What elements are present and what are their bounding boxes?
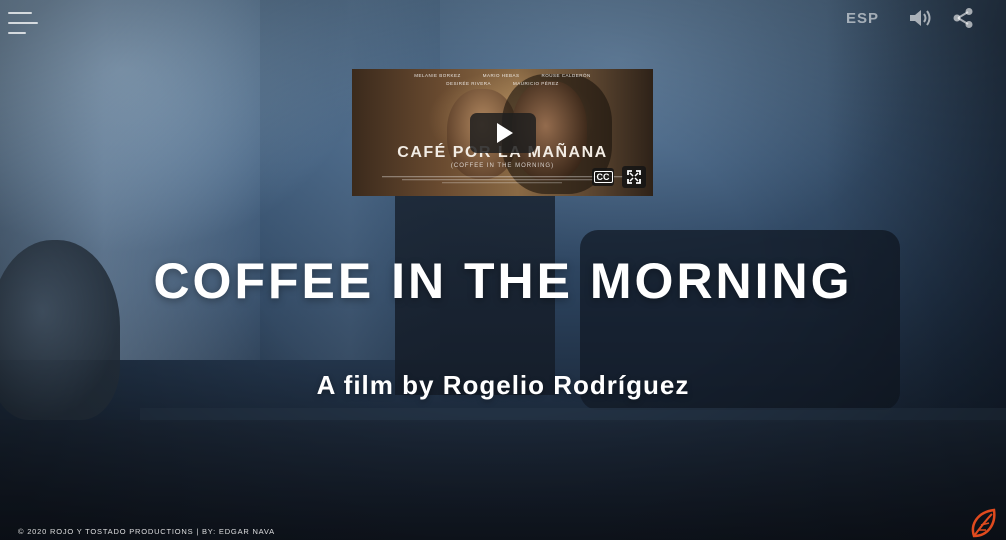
video-credit-name: ROUSE CALDERÓN (541, 73, 591, 78)
fullscreen-icon (627, 170, 641, 184)
play-icon (497, 123, 513, 143)
hamburger-menu-icon[interactable] (8, 12, 38, 34)
play-button[interactable] (470, 113, 536, 153)
footer-copyright: © 2020 ROJO Y TOSTADO PRODUCTIONS | BY: … (18, 527, 275, 536)
video-credit-name: MAURICIO PÉREZ (513, 81, 559, 86)
language-toggle-button[interactable]: ESP (846, 10, 879, 27)
video-credits: MELANIE BORKEZ MARIO HEBAS ROUSE CALDERÓ… (352, 72, 653, 88)
closed-captions-button[interactable]: CC (592, 168, 614, 186)
video-player[interactable]: MELANIE BORKEZ MARIO HEBAS ROUSE CALDERÓ… (352, 69, 653, 196)
video-credit-name: DESIRÉE RIVERA (446, 81, 491, 86)
leaf-logo-icon[interactable] (966, 506, 1000, 540)
speaker-volume-icon[interactable] (908, 7, 934, 29)
fullscreen-button[interactable] (622, 166, 646, 188)
video-billing-block (382, 175, 623, 187)
hero-title: COFFEE IN THE MORNING (153, 253, 853, 309)
hero-byline: A film by Rogelio Rodríguez (316, 370, 690, 400)
video-credit-name: MARIO HEBAS (482, 73, 520, 78)
video-credit-name: MELANIE BORKEZ (414, 73, 461, 78)
cc-label: CC (593, 171, 613, 183)
share-icon[interactable] (952, 7, 974, 29)
